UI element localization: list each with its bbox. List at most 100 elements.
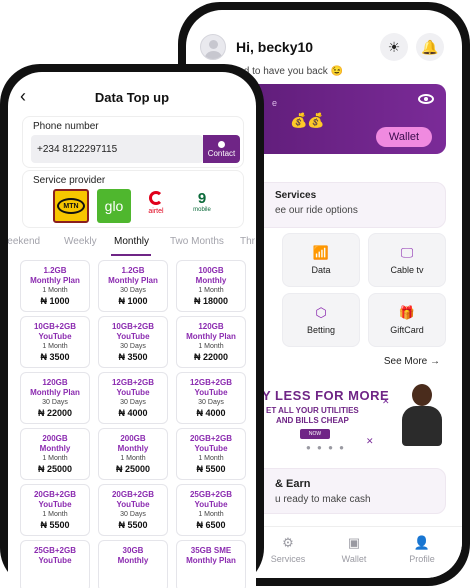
plan-card[interactable]: 25GB+2GB YouTube [20,540,90,588]
service-provider-label: Service provider [33,175,106,186]
stage: Hi, becky10 ☀ 🔔 lad to have you back 😉 e… [0,0,471,588]
plan-card[interactable]: 120GB Monthly Plan 30 Days ₦ 22000 [20,372,90,424]
tab-two-months[interactable]: Two Months [170,236,224,247]
earn-title: & Earn [275,478,311,490]
topup-header: ‹ Data Top up [8,84,256,110]
theme-toggle-button[interactable]: ☀ [380,33,408,61]
9mobile-wordmark: mobile [193,207,211,213]
decor-cross-icon: ✕ [366,436,374,446]
plan-card[interactable]: 100GB Monthly 1 Month ₦ 18000 [176,260,246,312]
tile-cable-tv[interactable]: 🖵 Cable tv [368,233,446,287]
money-bag-icon: 💰💰 [290,112,325,128]
plan-price: ₦ 6500 [196,520,226,530]
tab-monthly[interactable]: Monthly [114,236,149,247]
nav-profile[interactable]: 👤 Profile [394,535,450,564]
wallet-icon: ▣ [347,535,361,550]
plan-card[interactable]: 20GB+2GB YouTube 1 Month ₦ 5500 [176,428,246,480]
nav-label: Wallet [341,554,367,564]
plan-duration: 1 Month [42,343,68,350]
plan-duration: 1 Month [42,287,68,294]
earn-subtitle: u ready to make cash [275,494,371,505]
plan-card[interactable]: 10GB+2GB YouTube 30 Days ₦ 3500 [98,316,168,368]
plan-duration: 30 Days [120,511,146,518]
tile-label: Data [311,264,331,275]
nav-wallet[interactable]: ▣ Wallet [326,535,382,564]
bell-icon: 🔔 [421,38,439,55]
provider-mtn[interactable]: MTN [53,189,89,223]
plan-card[interactable]: 200GB Monthly 1 Month ₦ 25000 [98,428,168,480]
plan-card[interactable]: 1.2GB Monthly Plan 1 Month ₦ 1000 [20,260,90,312]
plan-card[interactable]: 25GB+2GB YouTube 1 Month ₦ 6500 [176,484,246,536]
wifi-icon: 📶 [312,244,330,260]
plan-card[interactable]: 20GB+2GB YouTube 30 Days ₦ 5500 [98,484,168,536]
promo-now-button[interactable]: NOW [300,429,330,439]
service-provider-card: Service provider MTN glo airtel 9 mobile [22,170,244,228]
provider-9mobile[interactable]: 9 mobile [187,191,217,223]
plan-card[interactable]: 1.2GB Monthly Plan 30 Days ₦ 1000 [98,260,168,312]
data-topup-screen: ‹ Data Top up Phone number Contact Servi… [8,72,256,588]
contact-button[interactable]: Contact [203,135,240,163]
tile-data[interactable]: 📶 Data [282,233,360,287]
plan-name: 10GB+2GB YouTube [111,322,155,341]
tile-label: Cable tv [390,264,424,275]
promo-banner[interactable]: Y LESS FOR MORE ET ALL YOUR UTILITIES AN… [256,380,456,455]
tile-betting[interactable]: ⬡ Betting [282,293,360,347]
plan-card[interactable]: 200GB Monthly 1 Month ₦ 25000 [20,428,90,480]
tile-giftcard[interactable]: 🎁 GiftCard [368,293,446,347]
home-header: Hi, becky10 ☀ 🔔 [200,30,448,64]
plan-name: 10GB+2GB YouTube [33,322,77,341]
carousel-dots[interactable]: ● ● ● ● [306,443,346,452]
active-tab-indicator [111,254,151,256]
page-title: Data Top up [94,90,170,105]
provider-airtel[interactable]: airtel [141,191,171,223]
contact-person-icon [218,140,225,148]
plan-name: 100GB Monthly [195,266,227,285]
provider-glo[interactable]: glo [97,189,131,223]
plan-name: 35GB SME Monthly Plan [186,546,236,565]
plan-price: ₦ 5500 [118,520,148,530]
plan-price: ₦ 22000 [37,408,73,418]
tab-weekly[interactable]: Weekly [64,236,97,247]
plan-card[interactable]: 12GB+2GB YouTube 30 Days ₦ 4000 [98,372,168,424]
plan-price: ₦ 25000 [37,464,73,474]
airtel-logo-icon [149,191,163,205]
plan-name: 200GB Monthly [117,434,149,453]
avatar[interactable] [200,34,226,60]
plan-card[interactable]: 120GB Monthly Plan 1 Month ₦ 22000 [176,316,246,368]
9mobile-logo: 9 [197,190,207,207]
decor-cross-icon: ✕ [382,396,390,406]
tile-label: Betting [306,324,336,335]
plan-duration: 1 Month [120,455,146,462]
plan-name: 20GB+2GB YouTube [111,490,155,509]
cube-icon: ⬡ [315,304,327,320]
nav-services[interactable]: ⚙ Services [260,535,316,564]
sun-icon: ☀ [387,38,401,55]
plan-card[interactable]: 10GB+2GB YouTube 1 Month ₦ 3500 [20,316,90,368]
plan-duration: 30 Days [120,287,146,294]
wallet-button[interactable]: Wallet [376,127,432,147]
gear-icon: ⚙ [282,535,294,550]
phone-number-input[interactable] [31,135,203,163]
plan-price: ₦ 25000 [115,464,151,474]
plan-duration: 1 Month [198,455,224,462]
airtel-wordmark: airtel [148,208,164,215]
plan-duration: 30 Days [42,399,68,406]
plan-name: 20GB+2GB YouTube [189,434,233,453]
plan-card[interactable]: 30GB Monthly [98,540,168,588]
plan-duration: 30 Days [120,399,146,406]
plan-card[interactable]: 12GB+2GB YouTube 30 Days ₦ 4000 [176,372,246,424]
plan-price: ₦ 18000 [193,296,229,306]
plan-price: ₦ 4000 [196,408,226,418]
notifications-button[interactable]: 🔔 [416,33,444,61]
eye-icon[interactable] [418,94,434,104]
plan-name: 1.2GB Monthly Plan [30,266,80,285]
plan-card[interactable]: 20GB+2GB YouTube 1 Month ₦ 5500 [20,484,90,536]
plan-card[interactable]: 35GB SME Monthly Plan [176,540,246,588]
tab-weekend[interactable]: Weekend [8,236,40,247]
plan-duration: 30 Days [120,343,146,350]
tab-three-months[interactable]: Thr [240,236,255,247]
phone-number-card: Phone number Contact [22,116,244,168]
plan-price: ₦ 22000 [193,352,229,362]
plan-name: 1.2GB Monthly Plan [108,266,158,285]
see-more-link[interactable]: See More → [384,356,440,367]
